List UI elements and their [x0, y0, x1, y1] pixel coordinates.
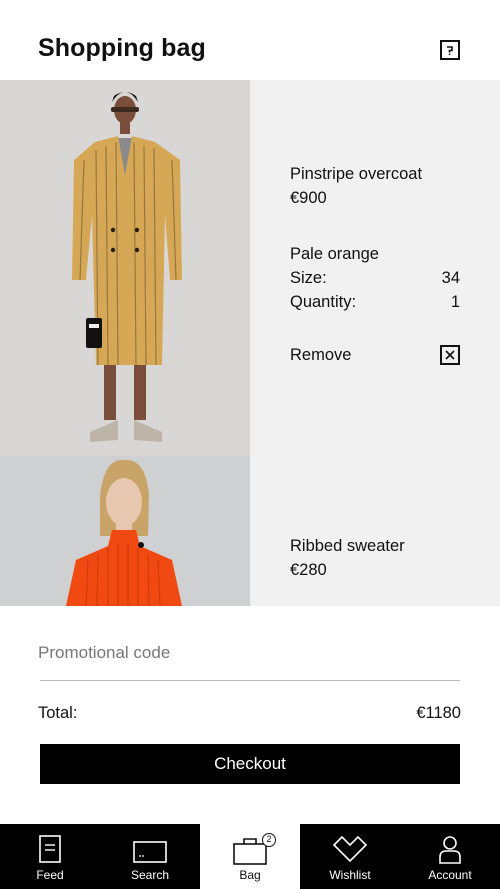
product-photo — [0, 456, 250, 606]
total-label: Total: — [38, 704, 78, 722]
cart-item-details: Ribbed sweater €280 — [250, 456, 500, 606]
product-name[interactable]: Ribbed sweater — [290, 534, 405, 558]
promo-code-input[interactable]: Promotional code — [38, 643, 170, 663]
nav-label: Search — [130, 868, 170, 882]
total-row: Total: €1180 — [38, 704, 461, 723]
product-photo — [0, 80, 250, 456]
nav-feed[interactable]: Feed — [0, 824, 100, 889]
nav-bag[interactable]: 2 Bag — [200, 824, 300, 889]
product-name[interactable]: Pinstripe overcoat — [290, 162, 422, 186]
close-icon — [445, 350, 455, 360]
size-value[interactable]: 34 — [442, 266, 460, 290]
product-price: €900 — [290, 189, 327, 207]
bottom-nav: Feed Search 2 Bag Wishlist Account — [0, 824, 500, 889]
account-icon — [439, 836, 461, 864]
bag-items-list[interactable]: Pinstripe overcoat €900 Pale orange Size… — [0, 80, 500, 606]
product-price: €280 — [290, 561, 327, 579]
remove-button[interactable] — [440, 345, 460, 365]
total-value: €1180 — [416, 704, 461, 722]
page-title: Shopping bag — [38, 34, 206, 62]
product-color: Pale orange — [290, 245, 379, 263]
cart-item-details: Pinstripe overcoat €900 Pale orange Size… — [250, 80, 500, 456]
quantity-row[interactable]: Quantity: 1 — [290, 290, 460, 314]
nav-label: Bag — [239, 868, 261, 882]
remove-label[interactable]: Remove — [290, 343, 351, 367]
header: Shopping bag — [0, 0, 500, 80]
nav-search[interactable]: Search — [100, 824, 200, 889]
bag-count-badge: 2 — [262, 833, 276, 847]
size-label: Size: — [290, 269, 327, 287]
wishlist-icon — [332, 835, 368, 863]
quantity-value[interactable]: 1 — [451, 290, 460, 314]
checkout-button[interactable]: Checkout — [40, 744, 460, 784]
nav-account[interactable]: Account — [400, 824, 500, 889]
size-row[interactable]: Size: 34 — [290, 266, 460, 290]
promo-code-underline — [40, 680, 460, 681]
nav-wishlist[interactable]: Wishlist — [300, 824, 400, 889]
help-square-icon — [447, 46, 453, 56]
product-image-ribbed-sweater[interactable] — [0, 456, 250, 606]
search-icon — [133, 841, 167, 863]
nav-label: Feed — [36, 868, 64, 882]
nav-label: Account — [428, 868, 472, 882]
quantity-label: Quantity: — [290, 293, 357, 311]
nav-label: Wishlist — [329, 868, 371, 882]
feed-icon — [39, 835, 61, 863]
product-image-pinstripe-overcoat[interactable] — [0, 80, 250, 456]
help-button[interactable] — [440, 40, 460, 60]
